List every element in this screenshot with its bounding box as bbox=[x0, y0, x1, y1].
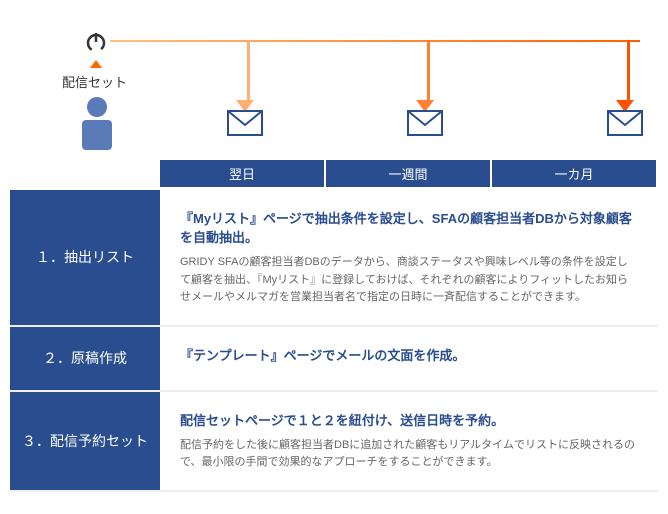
timeline-label: 翌日 bbox=[160, 160, 324, 187]
person-icon bbox=[72, 95, 122, 150]
triangle-icon bbox=[90, 60, 102, 68]
step-3: ３．配信予約セット 配信セットページで１と２を紐付け、送信日時を予約。 配信予約… bbox=[10, 392, 658, 492]
timeline-label: 一週間 bbox=[326, 160, 490, 187]
arrow-2 bbox=[423, 40, 434, 112]
step-label: ２．原稿作成 bbox=[10, 327, 160, 390]
steps-list: １．抽出リスト 『Myリスト』ページで抽出条件を設定し、SFAの顧客担当者DBか… bbox=[10, 190, 658, 492]
power-icon bbox=[84, 30, 108, 54]
timeline-diagram: 配信セット 翌日 一週間 一カ月 bbox=[10, 10, 658, 185]
timeline-line bbox=[110, 40, 640, 42]
timeline-label: 一カ月 bbox=[492, 160, 656, 187]
step-title: 配信セットページで１と２を紐付け、送信日時を予約。 bbox=[180, 410, 638, 429]
step-desc: GRIDY SFAの顧客担当者DBのデータから、商談ステータスや興味レベル等の条… bbox=[180, 254, 638, 307]
step-1: １．抽出リスト 『Myリスト』ページで抽出条件を設定し、SFAの顧客担当者DBか… bbox=[10, 190, 658, 327]
set-label: 配信セット bbox=[62, 72, 127, 91]
step-desc: 配信予約をした後に顧客担当者DBに追加された顧客もリアルタイムでリストに反映され… bbox=[180, 437, 638, 472]
step-title: 『Myリスト』ページで抽出条件を設定し、SFAの顧客担当者DBから対象顧客を自動… bbox=[180, 208, 638, 246]
envelope-icon bbox=[227, 110, 263, 136]
step-label: ３．配信予約セット bbox=[10, 392, 160, 490]
envelope-icon bbox=[407, 110, 443, 136]
step-title: 『テンプレート』ページでメールの文面を作成。 bbox=[180, 345, 638, 364]
step-2: ２．原稿作成 『テンプレート』ページでメールの文面を作成。 bbox=[10, 327, 658, 392]
step-label: １．抽出リスト bbox=[10, 190, 160, 325]
arrow-3 bbox=[623, 40, 634, 112]
arrow-1 bbox=[243, 40, 254, 112]
timeline-labels: 翌日 一週間 一カ月 bbox=[160, 160, 658, 187]
envelope-icon bbox=[607, 110, 643, 136]
